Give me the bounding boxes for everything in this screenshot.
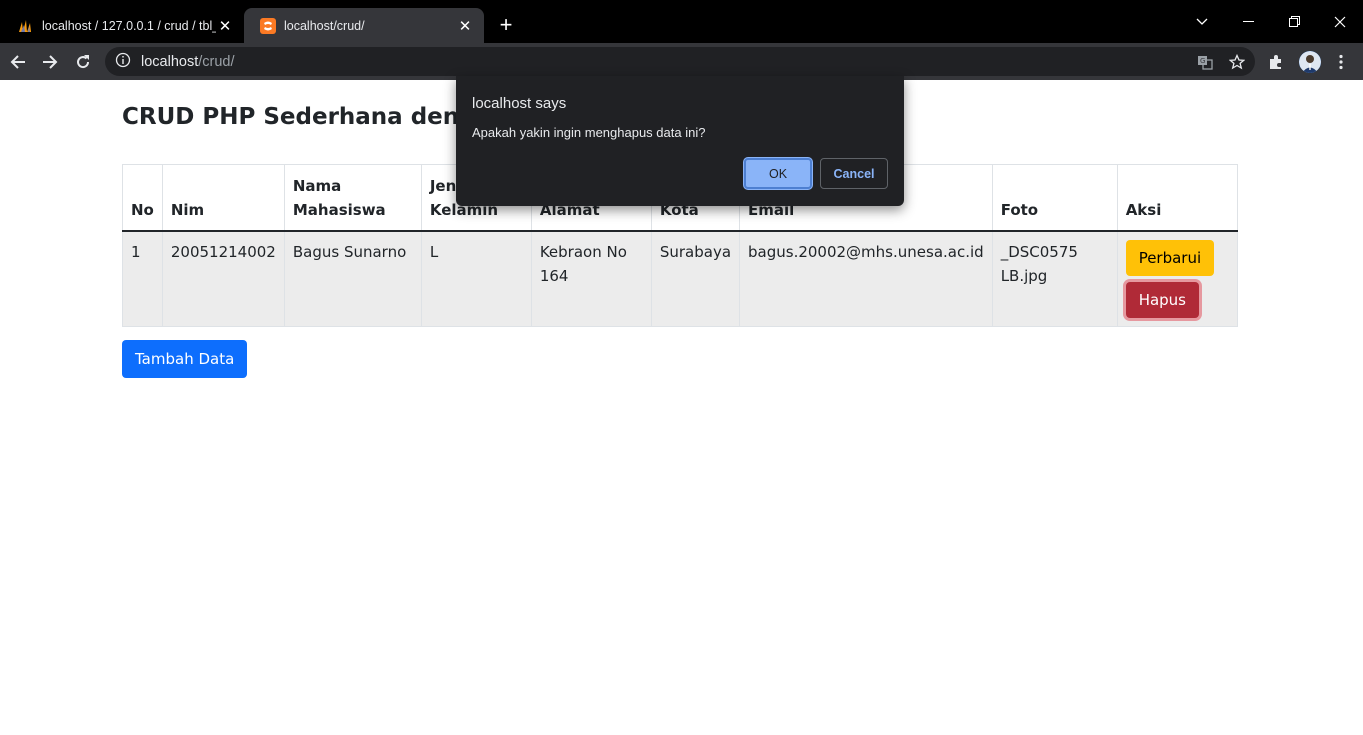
cell-kota: Surabaya [650,230,741,327]
tambah-data-button[interactable]: Tambah Data [122,340,248,378]
translate-icon[interactable]: G [1191,48,1219,76]
cell-aksi: Perbarui Hapus [1116,230,1239,327]
cell-no: 1 [122,230,163,327]
forward-icon[interactable] [36,48,64,76]
bookmark-star-icon[interactable] [1223,48,1251,76]
cancel-button[interactable]: Cancel [820,158,888,189]
cell-nama: Bagus Sunarno [283,230,422,327]
ok-button[interactable]: OK [744,158,812,189]
cell-jenis-kelamin: L [420,230,532,327]
url-host: localhost [141,53,199,70]
extensions-icon[interactable] [1262,48,1290,76]
info-icon[interactable] [115,52,131,72]
minimize-icon[interactable] [1225,0,1271,43]
browser-toolbar: localhost/crud/ G [0,43,1363,80]
dialog-title: localhost says [472,95,567,112]
dialog-message: Apakah yakin ingin menghapus data ini? [472,125,706,140]
profile-avatar[interactable] [1299,51,1321,73]
table-row: 1 20051214002 Bagus Sunarno L Kebraon No… [122,230,1239,327]
url-path: /crud/ [198,53,235,70]
xampp-icon [260,17,276,34]
column-header: Foto [991,164,1118,232]
perbarui-button[interactable]: Perbarui [1125,239,1215,276]
column-header: Nim [161,164,285,232]
tab-phpmyadmin[interactable]: localhost / 127.0.0.1 / crud / tbl_r ✕ [2,8,244,43]
confirm-dialog: localhost says Apakah yakin ingin mengha… [456,76,904,206]
svg-text:G: G [1200,57,1205,65]
hapus-button[interactable]: Hapus [1125,281,1200,318]
cell-foto: _DSC0575 LB.jpg [991,230,1118,327]
new-tab-button[interactable]: + [494,14,518,38]
column-header: Nama Mahasiswa [283,164,422,232]
close-tab-icon[interactable]: ✕ [456,17,474,35]
column-header: No [122,164,163,232]
tab-search-icon[interactable] [1179,0,1225,43]
cell-alamat: Kebraon No 164 [530,230,652,327]
tab-strip: localhost / 127.0.0.1 / crud / tbl_r ✕ l… [0,0,1363,43]
close-window-icon[interactable] [1317,0,1363,43]
close-tab-icon[interactable]: ✕ [216,17,234,35]
column-header: Aksi [1116,164,1239,232]
tab-title: localhost / 127.0.0.1 / crud / tbl_r [42,18,216,33]
back-icon[interactable] [4,48,32,76]
cell-email: bagus.20002@mhs.unesa.ac.id [739,230,993,327]
address-bar[interactable]: localhost/crud/ [105,47,1255,76]
page-title: CRUD PHP Sederhana dengan [122,104,508,130]
phpmyadmin-icon [18,18,34,34]
cell-nim: 20051214002 [161,230,285,327]
tab-crud[interactable]: localhost/crud/ ✕ [244,8,484,43]
restore-icon[interactable] [1271,0,1317,43]
tab-title: localhost/crud/ [284,18,365,33]
menu-kebab-icon[interactable] [1327,48,1355,76]
reload-icon[interactable] [69,48,97,76]
